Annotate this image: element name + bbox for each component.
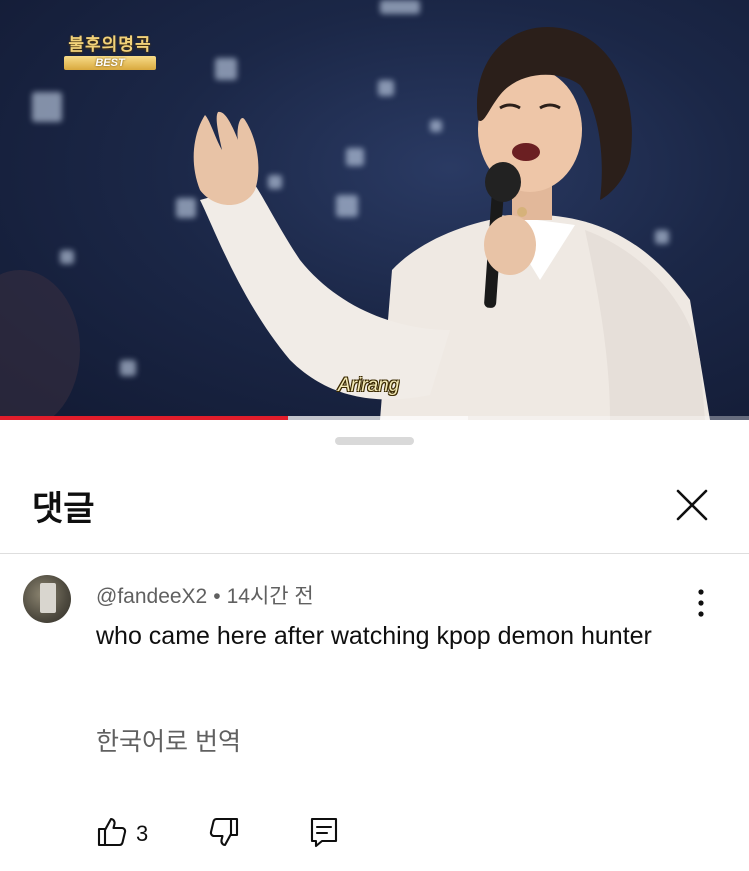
comment-item: @fandeeX2 • 14시간 전 who came here after wat… <box>0 554 749 871</box>
video-subtitle: Arirang <box>338 375 400 396</box>
more-options-button[interactable] <box>686 586 716 620</box>
reply-button[interactable] <box>309 816 339 853</box>
thumbs-up-icon <box>97 817 127 847</box>
video-player[interactable]: 불후의명곡 BEST Arirang <box>0 0 749 420</box>
dislike-button[interactable] <box>208 816 240 853</box>
logo-best-badge: BEST <box>64 56 156 70</box>
comment-author[interactable]: @fandeeX2 <box>96 585 207 608</box>
logo-title: 불후의명곡 <box>68 35 152 55</box>
comment-text: who came here after watching kpop demon … <box>96 622 652 650</box>
close-icon <box>676 489 708 521</box>
comment-time: 14시간 전 <box>226 585 314 608</box>
comments-title: 댓글 <box>32 490 95 528</box>
thumbs-down-icon <box>209 817 239 847</box>
like-count: 3 <box>136 821 149 846</box>
close-button[interactable] <box>670 483 714 527</box>
progress-played <box>0 416 289 420</box>
comment-meta: @fandeeX2 • 14시간 전 <box>96 580 314 610</box>
avatar-image <box>40 583 56 613</box>
more-vertical-icon <box>698 589 704 617</box>
drag-handle[interactable] <box>335 437 414 445</box>
translate-link[interactable]: 한국어로 번역 <box>96 722 241 758</box>
video-progress-bar[interactable] <box>0 416 749 420</box>
like-button[interactable] <box>96 816 128 853</box>
comments-sheet: 댓글 @fandeeX2 • 14시간 전 who came here after … <box>0 421 749 871</box>
meta-separator: • <box>213 585 221 608</box>
avatar[interactable] <box>23 575 71 623</box>
channel-logo: 불후의명곡 BEST <box>64 30 156 70</box>
reply-icon <box>310 817 338 848</box>
